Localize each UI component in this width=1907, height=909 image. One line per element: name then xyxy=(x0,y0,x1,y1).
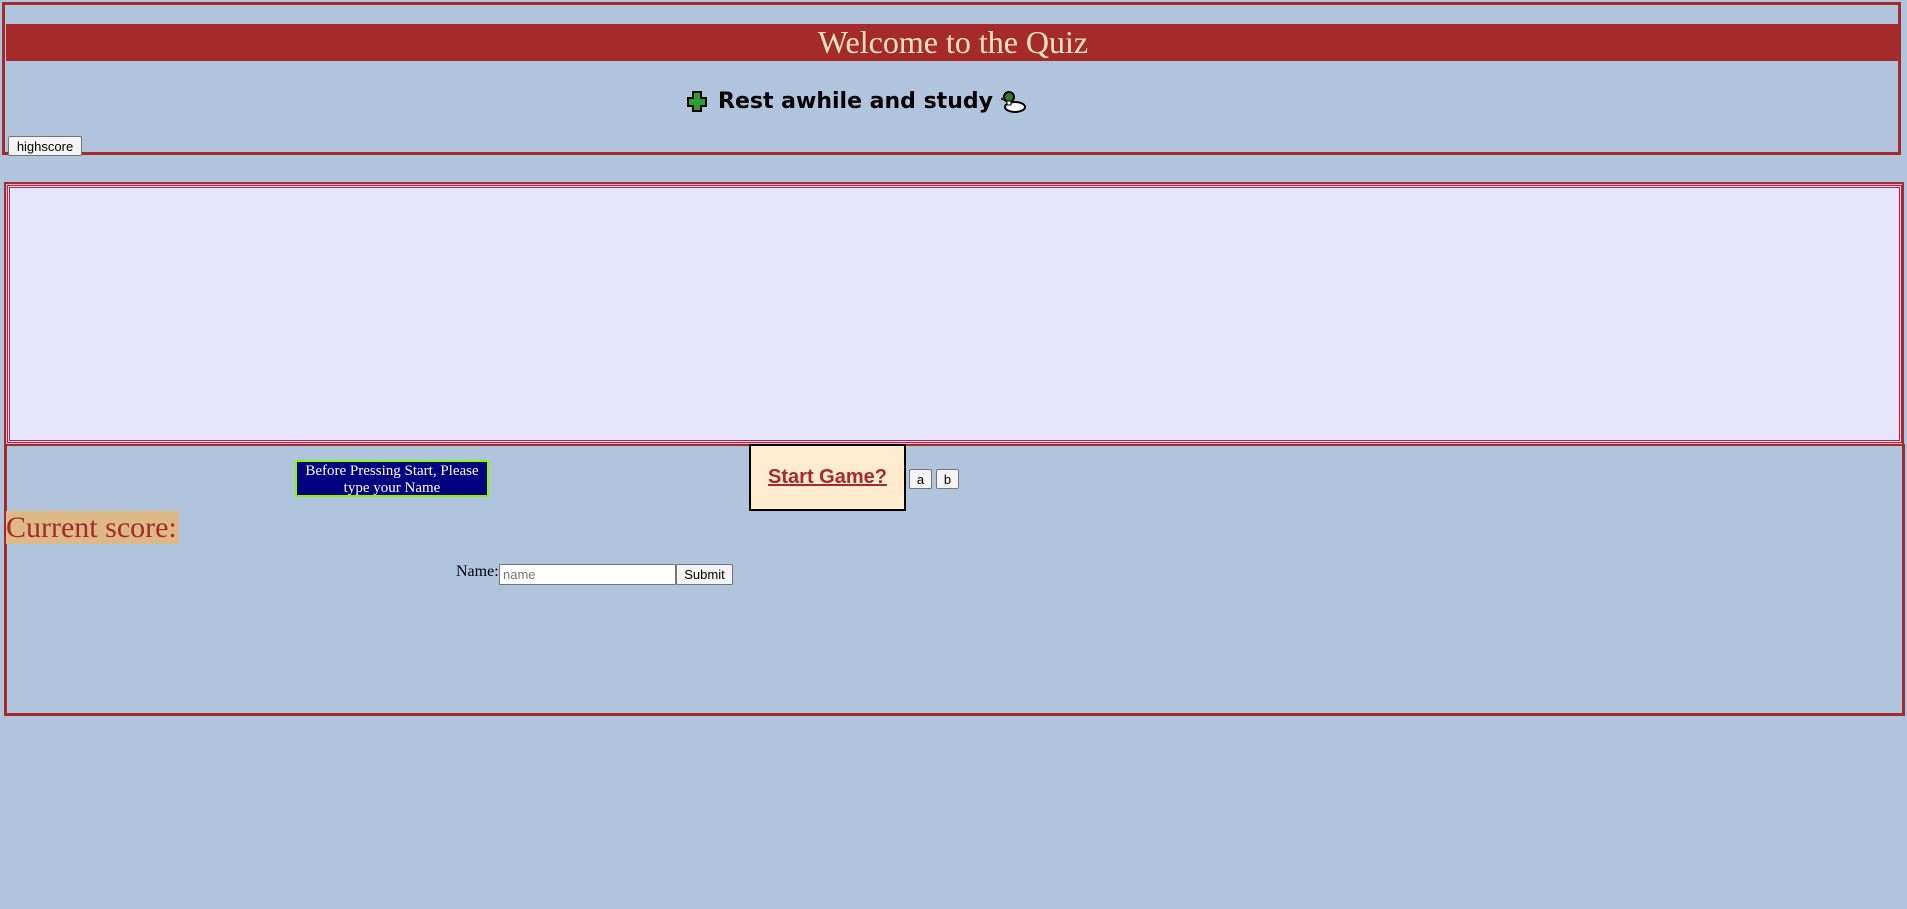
name-input[interactable] xyxy=(499,564,676,585)
name-notice: Before Pressing Start, Please type your … xyxy=(295,460,489,497)
duck-icon xyxy=(999,89,1027,115)
quiz-area xyxy=(7,185,1902,443)
highscore-button[interactable]: highscore xyxy=(8,136,82,156)
page-title: Welcome to the Quiz xyxy=(6,24,1900,61)
subtitle: Rest awhile and study xyxy=(0,84,1711,120)
name-label: Name: xyxy=(456,563,499,580)
answer-a-button[interactable]: a xyxy=(909,469,932,489)
subtitle-text: Rest awhile and study xyxy=(718,89,993,114)
current-score: Current score: xyxy=(6,511,179,544)
puzzle-piece-icon xyxy=(684,89,710,115)
start-game-button[interactable]: Start Game? xyxy=(749,444,906,511)
answer-b-button[interactable]: b xyxy=(936,469,959,489)
submit-button[interactable]: Submit xyxy=(676,564,733,585)
